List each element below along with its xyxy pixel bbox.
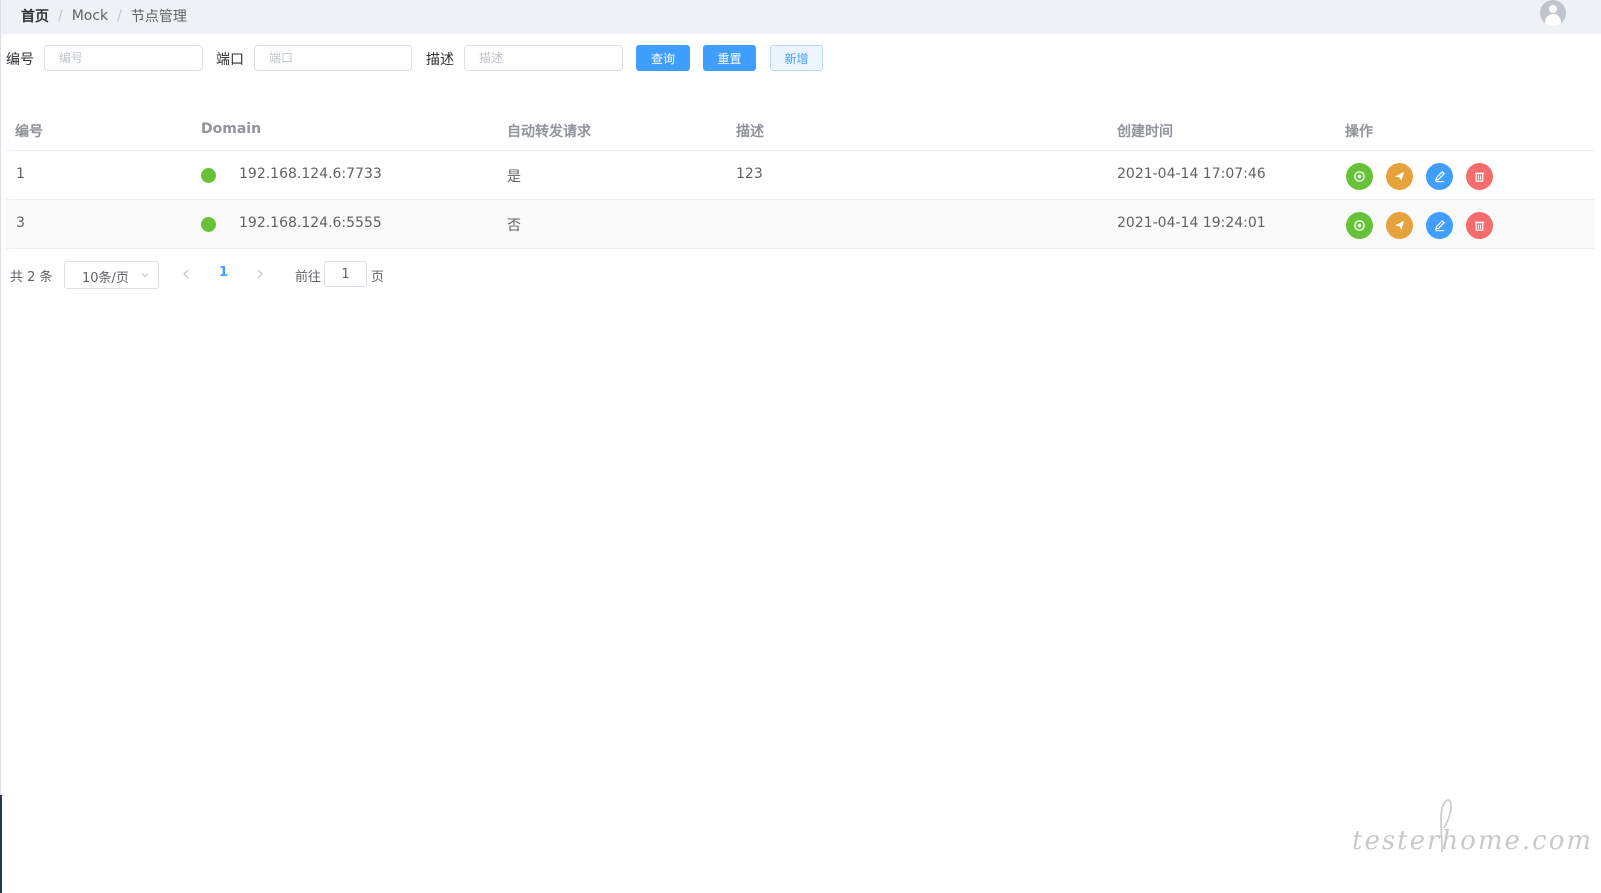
chevron-left-icon[interactable]	[180, 266, 192, 282]
target-icon	[1354, 220, 1365, 231]
page-size-value: 10条/页	[82, 271, 129, 286]
desc-label: 描述	[426, 52, 454, 68]
cell-auto-forward: 是	[507, 169, 521, 185]
page-number-current[interactable]: 1	[219, 265, 228, 280]
port-label: 端口	[216, 52, 244, 68]
delete-button[interactable]	[1466, 163, 1493, 190]
sidebar-edge	[0, 795, 2, 893]
cell-domain: 192.168.124.6:5555	[239, 215, 382, 231]
column-header-description[interactable]: 描述	[736, 121, 764, 141]
user-avatar-icon[interactable]	[1540, 0, 1566, 26]
target-icon	[1354, 171, 1365, 182]
cell-id: 3	[16, 215, 25, 231]
delete-button[interactable]	[1466, 212, 1493, 239]
edit-button[interactable]	[1426, 163, 1453, 190]
goto-unit-label: 页	[371, 270, 385, 285]
chevron-down-icon	[141, 273, 149, 278]
trash-icon	[1474, 221, 1485, 231]
query-button[interactable]: 查询	[636, 45, 690, 71]
detail-button[interactable]	[1346, 212, 1373, 239]
breadcrumb: 首页 / Mock / 节点管理	[21, 6, 187, 26]
detail-button[interactable]	[1346, 163, 1373, 190]
table-row[interactable]: 1 192.168.124.6:7733 是 123 2021-04-14 17…	[6, 151, 1594, 200]
add-button[interactable]: 新增	[770, 45, 823, 71]
column-header-created[interactable]: 创建时间	[1117, 121, 1173, 141]
edit-icon	[1434, 171, 1445, 183]
breadcrumb-separator: /	[58, 8, 63, 24]
edit-icon	[1434, 220, 1445, 232]
send-icon	[1394, 171, 1405, 182]
row-actions	[1346, 163, 1506, 190]
cell-domain: 192.168.124.6:7733	[239, 166, 382, 182]
breadcrumb-separator: /	[117, 8, 122, 24]
left-border	[0, 0, 1, 795]
column-header-actions: 操作	[1345, 124, 1373, 140]
status-dot-icon	[201, 168, 216, 183]
avatar-head	[1549, 5, 1557, 13]
cell-description: 123	[736, 166, 763, 182]
filter-form: 编号 端口 描述 查询 重置 新增	[0, 45, 1601, 71]
page-size-select[interactable]: 10条/页	[64, 261, 159, 289]
cell-created: 2021-04-14 19:24:01	[1117, 215, 1266, 231]
port-input[interactable]	[254, 45, 412, 71]
cell-created: 2021-04-14 17:07:46	[1117, 166, 1266, 182]
total-count: 共 2 条	[10, 270, 53, 285]
row-actions	[1346, 212, 1506, 239]
edit-button[interactable]	[1426, 212, 1453, 239]
watermark: testerhome.com	[1352, 826, 1594, 856]
table-row[interactable]: 3 192.168.124.6:5555 否 2021-04-14 19:24:…	[6, 200, 1594, 249]
column-header-auto-forward[interactable]: 自动转发请求	[507, 121, 591, 141]
top-header: 首页 / Mock / 节点管理	[1, 0, 1601, 34]
trash-icon	[1474, 172, 1485, 182]
cell-auto-forward: 否	[507, 218, 521, 234]
breadcrumb-home[interactable]: 首页	[21, 6, 49, 26]
table-header: 编号 Domain 自动转发请求 描述 创建时间 操作	[6, 107, 1594, 151]
send-icon	[1394, 220, 1405, 231]
goto-page-input[interactable]	[324, 261, 367, 287]
forward-button[interactable]	[1386, 212, 1413, 239]
reset-button[interactable]: 重置	[703, 45, 756, 71]
breadcrumb-node-management: 节点管理	[130, 9, 187, 25]
goto-label: 前往	[295, 270, 322, 285]
app-frame: 首页 / Mock / 节点管理 编号 端口 描述 查询 重置 新增 编号 Do…	[0, 0, 1601, 893]
breadcrumb-mock[interactable]: Mock	[72, 8, 108, 24]
id-label: 编号	[6, 52, 34, 68]
cell-id: 1	[16, 166, 25, 182]
column-header-id[interactable]: 编号	[15, 121, 43, 141]
pagination: 共 2 条 10条/页 1 前往 页	[10, 261, 610, 289]
id-input[interactable]	[44, 45, 203, 71]
status-dot-icon	[201, 217, 216, 232]
chevron-right-icon[interactable]	[254, 266, 266, 282]
column-header-domain[interactable]: Domain	[201, 121, 261, 137]
avatar-body	[1545, 14, 1561, 26]
desc-input[interactable]	[464, 45, 623, 71]
forward-button[interactable]	[1386, 163, 1413, 190]
